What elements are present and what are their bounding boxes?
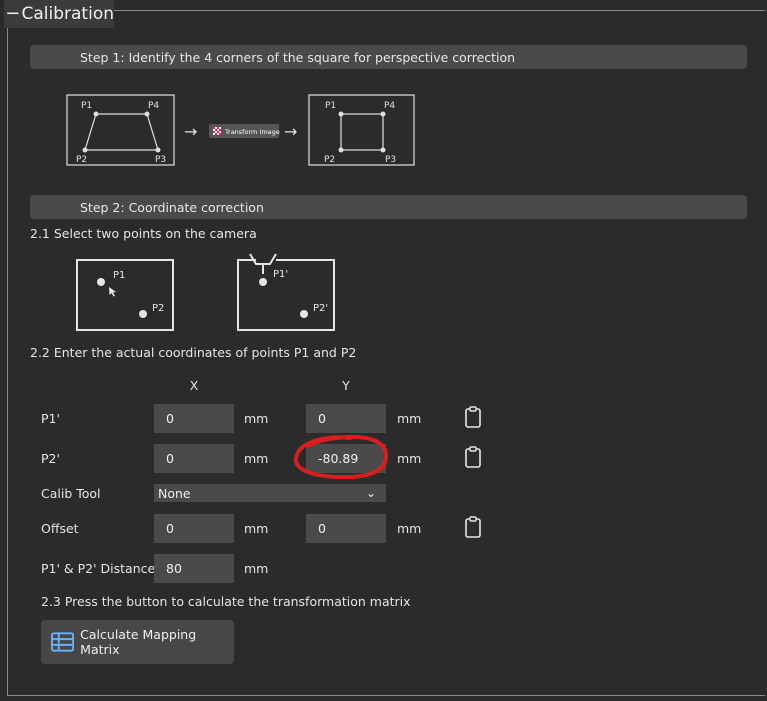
calculate-mapping-matrix-button[interactable]: Calculate Mapping Matrix <box>41 620 234 664</box>
cursor-icon <box>109 287 116 297</box>
left-p3-label: P3 <box>155 155 166 165</box>
transform-image-label: Transform Image <box>224 128 280 136</box>
actual-points-diagram: P1' P2' <box>237 253 335 331</box>
actual-p1-label: P1' <box>273 269 288 280</box>
corrected-square <box>340 113 384 151</box>
clipboard-icon[interactable] <box>464 516 482 538</box>
offset-label: Offset <box>41 521 79 536</box>
clipboard-icon[interactable] <box>464 446 482 468</box>
arrow-icon: → <box>184 122 197 141</box>
left-p4-label: P4 <box>148 101 159 111</box>
checkerboard-icon <box>213 127 221 135</box>
actual-p2-label: P2' <box>313 303 328 314</box>
red-annotation-circle <box>294 434 389 480</box>
cam-p2-label: P2 <box>152 303 164 314</box>
substep-2-2: 2.2 Enter the actual coordinates of poin… <box>30 345 357 360</box>
offset-y-input[interactable] <box>306 514 386 543</box>
clipboard-icon[interactable] <box>464 406 482 428</box>
arrow-icon: → <box>284 122 297 141</box>
right-p1-label: P1 <box>325 101 336 111</box>
substep-2-3: 2.3 Press the button to calculate the tr… <box>41 594 411 609</box>
p2-x-unit: mm <box>244 451 269 466</box>
calib-tool-value: None <box>158 485 191 501</box>
calibration-group-header[interactable]: − Calibration <box>4 0 114 28</box>
perspective-diagram: P1 P4 P2 P3 → → Transform Image P1 P4 P2… <box>66 94 415 166</box>
camera-points-diagram: P1 P2 <box>76 259 174 331</box>
right-p2-label: P2 <box>324 155 335 165</box>
right-p4-label: P4 <box>384 101 395 111</box>
distance-input[interactable] <box>154 554 234 583</box>
collapse-icon[interactable]: − <box>4 5 22 23</box>
p2-y-unit: mm <box>397 451 422 466</box>
step1-header: Step 1: Identify the 4 corners of the sq… <box>30 45 747 69</box>
p2-x-input[interactable] <box>154 444 234 473</box>
distance-unit: mm <box>244 561 269 576</box>
step1-title: Step 1: Identify the 4 corners of the sq… <box>80 49 516 65</box>
calculate-button-label: Calculate Mapping Matrix <box>80 627 197 657</box>
chevron-down-icon: ⌄ <box>365 486 376 500</box>
distance-label: P1' & P2' Distance <box>41 561 156 576</box>
offset-x-unit: mm <box>244 521 269 536</box>
distorted-quad <box>84 113 159 151</box>
table-icon <box>51 632 75 652</box>
calib-tool-label: Calib Tool <box>41 486 101 501</box>
right-p3-label: P3 <box>385 155 396 165</box>
p1-y-input[interactable] <box>306 404 386 433</box>
calib-tool-select[interactable]: None ⌄ <box>154 484 386 502</box>
left-p2-label: P2 <box>76 155 87 165</box>
p2-label: P2' <box>41 451 60 466</box>
p1-y-unit: mm <box>397 411 422 426</box>
group-title: Calibration <box>21 4 115 24</box>
left-p1-label: P1 <box>81 101 92 111</box>
p1-x-unit: mm <box>244 411 269 426</box>
substep-2-1: 2.1 Select two points on the camera <box>30 226 257 241</box>
offset-x-input[interactable] <box>154 514 234 543</box>
p1-label: P1' <box>41 411 60 426</box>
offset-y-unit: mm <box>397 521 422 536</box>
step2-title: Step 2: Coordinate correction <box>80 199 264 215</box>
step2-header: Step 2: Coordinate correction <box>30 195 747 219</box>
cam-p1-label: P1 <box>113 270 125 281</box>
column-y-header: Y <box>342 378 350 393</box>
p1-x-input[interactable] <box>154 404 234 433</box>
column-x-header: X <box>189 378 199 393</box>
